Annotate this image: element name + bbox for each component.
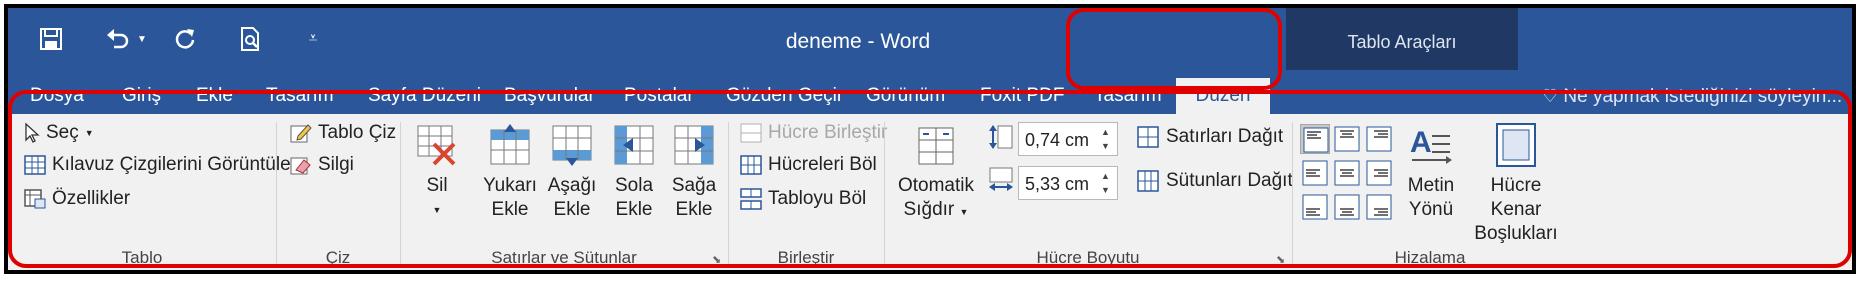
table-tools-label: Tablo Araçları — [1347, 32, 1457, 52]
save-icon[interactable] — [34, 22, 68, 56]
undo-dropdown-icon[interactable]: ▼ — [134, 22, 150, 56]
window-title: deneme - Word — [785, 30, 931, 53]
highlight-ribbon — [8, 90, 1852, 268]
undo-icon[interactable] — [100, 22, 134, 56]
redo-icon[interactable] — [168, 22, 202, 56]
word-window: ▼ ⩡ deneme - Word Tablo Araçları Dosya G… — [4, 4, 1856, 274]
customize-qat-icon[interactable]: ⩡ — [300, 22, 326, 56]
print-preview-icon[interactable] — [234, 22, 268, 56]
highlight-table-tools — [1066, 8, 1282, 90]
title-bar: ▼ ⩡ deneme - Word — [8, 8, 1852, 70]
